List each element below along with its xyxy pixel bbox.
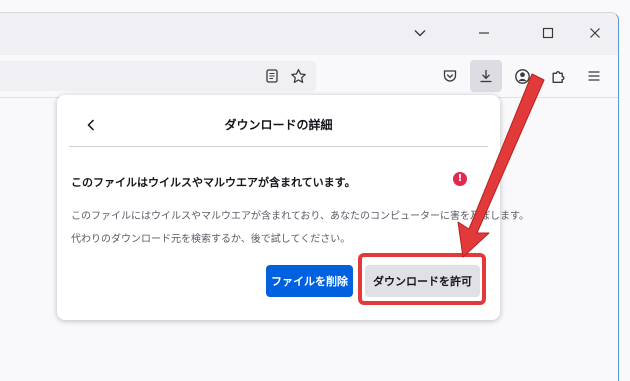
reader-view-icon[interactable] — [262, 66, 282, 86]
close-icon[interactable] — [585, 23, 605, 43]
bookmark-star-icon[interactable] — [288, 66, 308, 86]
warning-title: このファイルはウイルスやマルウエアが含まれています。 — [71, 176, 356, 189]
alert-icon: ! — [453, 172, 467, 186]
download-icon[interactable] — [470, 60, 502, 92]
title-bar — [0, 13, 618, 55]
delete-file-button[interactable]: ファイルを削除 — [266, 265, 353, 297]
annotation-highlight-box — [358, 253, 486, 305]
pocket-icon[interactable] — [440, 66, 460, 86]
chevron-down-icon[interactable] — [410, 23, 430, 43]
extensions-icon[interactable] — [548, 66, 568, 86]
navigation-toolbar — [0, 55, 618, 98]
panel-title: ダウンロードの詳細 — [224, 118, 333, 132]
minimize-icon[interactable] — [474, 23, 494, 43]
warning-description-line2: 代わりのダウンロード元を検索するか、後で試してください。 — [71, 234, 351, 245]
divider — [69, 146, 488, 147]
url-bar[interactable] — [0, 61, 316, 91]
warning-description-line1: このファイルにはウイルスやマルウエアが含まれており、あなたのコンピューターに害を… — [71, 211, 529, 222]
menu-icon[interactable] — [584, 66, 604, 86]
account-icon[interactable] — [512, 66, 532, 86]
maximize-icon[interactable] — [538, 23, 558, 43]
panel-header: ダウンロードの詳細 — [69, 107, 488, 143]
back-button[interactable] — [79, 113, 103, 137]
chevron-left-icon — [87, 119, 95, 131]
